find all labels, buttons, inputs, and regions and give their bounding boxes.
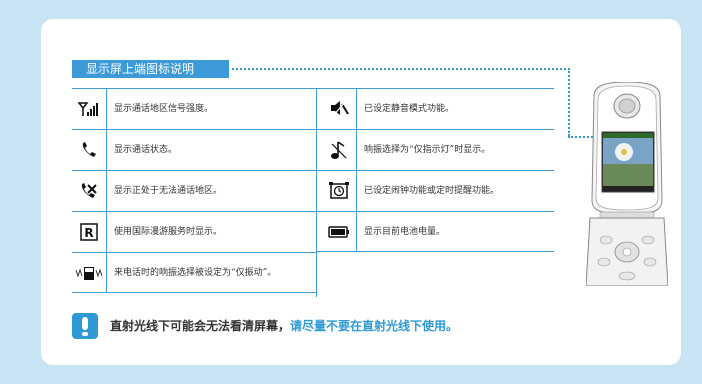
cell-divider bbox=[106, 171, 107, 211]
legend-text: 显示正处于无法通话地区。 bbox=[114, 186, 223, 196]
legend-text: 显示通话状态。 bbox=[114, 145, 178, 155]
legend-text: 显示通话地区信号强度。 bbox=[114, 104, 214, 114]
legend-text: 显示目前电池电量。 bbox=[364, 227, 446, 237]
cell-divider bbox=[106, 253, 107, 293]
legend-row: 显示目前电池电量。 bbox=[316, 211, 554, 252]
alarm-clock-icon bbox=[322, 171, 356, 211]
roaming-r-icon: R bbox=[72, 212, 106, 252]
legend-text: 来电话时的响振选择被设定为“仅振动”。 bbox=[114, 268, 277, 278]
legend-column-left: 显示通话地区信号强度。 显示通话状态。 显示正处于无法通话地区。 R 使用国际漫… bbox=[72, 88, 316, 293]
signal-strength-icon bbox=[72, 89, 106, 129]
legend-text: 使用国际漫游服务时显示。 bbox=[114, 227, 223, 237]
callout-line-vertical bbox=[568, 68, 570, 136]
legend-row: 已设定闹钟功能或定时提醒功能。 bbox=[316, 170, 554, 211]
exclamation-icon bbox=[72, 313, 98, 339]
silent-mode-icon bbox=[322, 89, 356, 129]
legend-row: 响振选择为“仅指示灯”时显示。 bbox=[316, 129, 554, 170]
legend-row: 已设定静音模式功能。 bbox=[316, 88, 554, 129]
legend-row: 显示通话状态。 bbox=[72, 129, 316, 170]
music-note-icon bbox=[322, 130, 356, 170]
callout-line-horizontal bbox=[232, 68, 570, 70]
cell-divider bbox=[106, 130, 107, 170]
svg-text:R: R bbox=[84, 226, 93, 240]
column-separator-bottom bbox=[316, 256, 317, 297]
cell-divider bbox=[356, 89, 357, 129]
cell-divider bbox=[356, 171, 357, 211]
legend-text: 已设定闹钟功能或定时提醒功能。 bbox=[364, 186, 500, 196]
legend-row: R 使用国际漫游服务时显示。 bbox=[72, 211, 316, 252]
cell-divider bbox=[106, 212, 107, 252]
legend-row: 显示正处于无法通话地区。 bbox=[72, 170, 316, 211]
legend-row: 显示通话地区信号强度。 bbox=[72, 88, 316, 129]
legend-row: 来电话时的响振选择被设定为“仅振动”。 bbox=[72, 252, 316, 293]
caution-note: 直射光线下可能会无法看清屏幕，请尽量不要在直射光线下使用。 bbox=[72, 313, 552, 339]
icon-legend-table: 显示通话地区信号强度。 显示通话状态。 显示正处于无法通话地区。 R 使用国际漫… bbox=[72, 88, 554, 297]
legend-text: 已设定静音模式功能。 bbox=[364, 104, 455, 114]
cell-divider bbox=[106, 89, 107, 129]
title-tick bbox=[226, 60, 229, 78]
legend-column-right: 已设定静音模式功能。 响振选择为“仅指示灯”时显示。 已设定闹钟功能或定时提醒功… bbox=[316, 88, 554, 252]
no-service-handset-icon bbox=[72, 171, 106, 211]
caution-main: 直射光线下可能会无法看清屏幕， bbox=[110, 319, 291, 333]
vibrate-phone-icon bbox=[72, 253, 106, 293]
section-title: 显示屏上端图标说明 bbox=[72, 60, 226, 78]
battery-icon bbox=[322, 212, 356, 252]
flip-phone-illustration bbox=[586, 82, 668, 286]
legend-text: 响振选择为“仅指示灯”时显示。 bbox=[364, 145, 491, 155]
handset-icon bbox=[72, 130, 106, 170]
cell-divider bbox=[356, 130, 357, 170]
caution-text: 直射光线下可能会无法看清屏幕，请尽量不要在直射光线下使用。 bbox=[110, 313, 458, 339]
cell-divider bbox=[356, 212, 357, 252]
caution-highlight: 请尽量不要在直射光线下使用。 bbox=[290, 319, 459, 333]
